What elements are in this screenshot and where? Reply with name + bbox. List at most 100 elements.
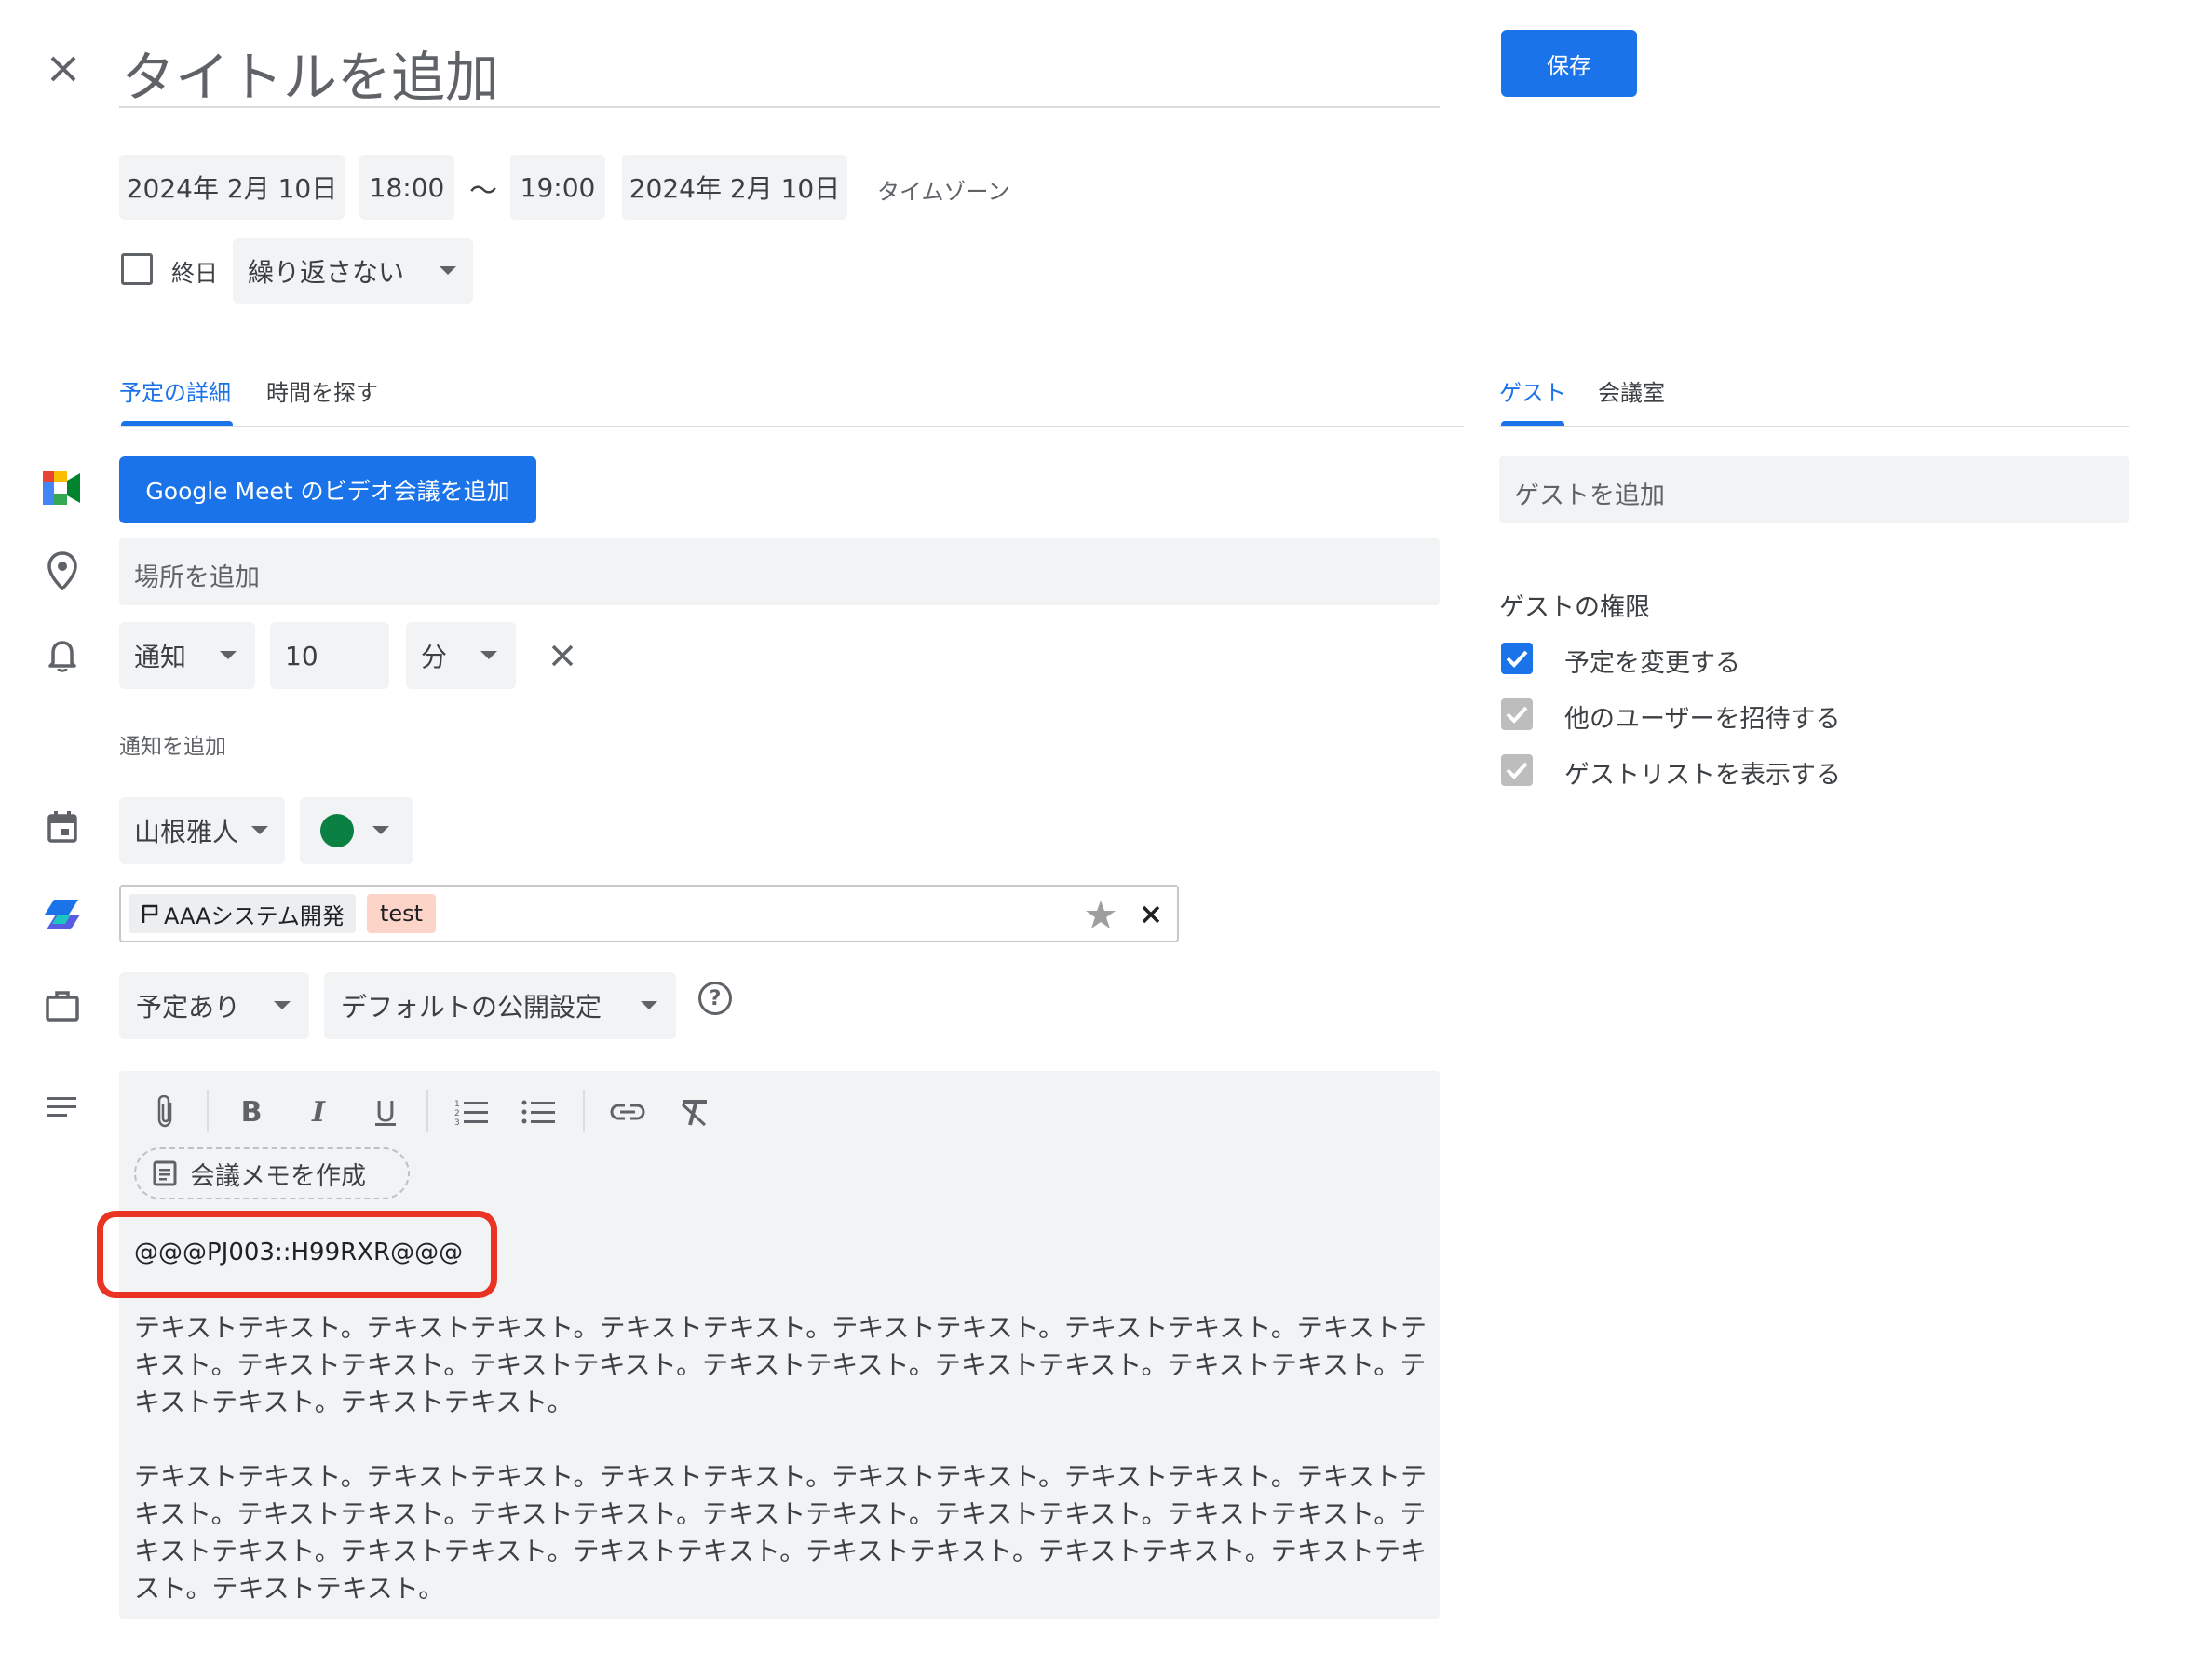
document-icon [153, 1160, 177, 1186]
attachment-button[interactable] [145, 1091, 186, 1132]
add-notification-link[interactable]: 通知を追加 [119, 728, 226, 760]
add-guests-placeholder: ゲストを追加 [1514, 481, 1665, 510]
svg-text:2: 2 [454, 1109, 460, 1118]
bulleted-list-button[interactable] [518, 1091, 559, 1132]
toolbar-separator [426, 1090, 428, 1132]
clear-tags-button[interactable] [1136, 900, 1166, 929]
title-placeholder: タイトルを追加 [121, 46, 500, 109]
notification-unit-select[interactable]: 分 [406, 622, 516, 689]
location-icon [47, 551, 78, 591]
chevron-down-icon [251, 826, 268, 834]
time-separator: 〜 [469, 175, 497, 208]
meeting-notes-label: 会議メモを作成 [190, 1161, 366, 1191]
notification-amount-value: 10 [285, 640, 318, 671]
permission-invite-label: 他のユーザーを招待する [1564, 705, 1841, 734]
star-icon [1086, 901, 1116, 928]
clear-formatting-button[interactable] [674, 1091, 715, 1132]
tag-extension-logo-icon [43, 896, 82, 933]
numbered-list-icon: 1 2 3 [454, 1100, 488, 1126]
paperclip-icon [157, 1095, 172, 1128]
all-day-checkbox[interactable] [121, 253, 153, 285]
tag-input-field[interactable]: AAAシステム開発 test [119, 885, 1179, 942]
description-editor[interactable]: B I U 1 2 3 会議メモを作成 @@@PJ003::H99RXR@@@ … [97, 1071, 1440, 1619]
permission-invite-checkbox[interactable] [1501, 698, 1533, 730]
italic-button[interactable]: I [298, 1091, 339, 1132]
title-input[interactable]: タイトルを追加 [119, 26, 1440, 109]
create-meeting-notes-button[interactable]: 会議メモを作成 [134, 1147, 410, 1199]
help-icon: ? [709, 986, 722, 1010]
start-time-field[interactable]: 18:00 [359, 155, 454, 220]
tab-find-time[interactable]: 時間を探す [266, 374, 378, 407]
calendar-owner-select[interactable]: 山根雅人 [119, 797, 285, 864]
tab-guests[interactable]: ゲスト [1499, 374, 1566, 407]
close-icon [551, 644, 574, 667]
chevron-down-icon [641, 1001, 657, 1009]
description-paragraph-2: テキストテキスト。テキストテキスト。テキストテキスト。テキストテキスト。テキスト… [134, 1461, 1427, 1604]
all-day-label: 終日 [171, 260, 219, 287]
help-button[interactable]: ? [698, 982, 732, 1015]
checkmark-icon [1506, 650, 1528, 668]
underline-button[interactable]: U [365, 1091, 406, 1132]
event-color-select[interactable] [300, 797, 413, 864]
project-tag-chip[interactable]: AAAシステム開発 [129, 894, 356, 933]
save-button[interactable]: 保存 [1501, 30, 1637, 97]
guest-tabs-divider [1499, 426, 2129, 427]
location-placeholder: 場所を追加 [134, 563, 260, 592]
test-tag-chip[interactable]: test [367, 894, 437, 933]
visibility-value: デフォルトの公開設定 [341, 992, 602, 1023]
start-date-text: 2024年 2月 10日 [126, 173, 338, 204]
svg-text:3: 3 [454, 1118, 460, 1126]
repeat-value: 繰り返さない [248, 257, 405, 288]
end-time-field[interactable]: 19:00 [510, 155, 605, 220]
toolbar-separator [207, 1090, 209, 1132]
availability-select[interactable]: 予定あり [119, 972, 309, 1039]
close-button[interactable] [43, 48, 84, 89]
notification-type-value: 通知 [134, 642, 187, 672]
italic-icon: I [311, 1095, 326, 1129]
flag-icon [142, 904, 158, 923]
close-icon [1142, 905, 1160, 924]
bold-icon: B [240, 1095, 263, 1129]
checkmark-icon [1506, 762, 1528, 779]
end-time-text: 19:00 [520, 171, 596, 203]
timezone-link[interactable]: タイムゾーン [877, 173, 1009, 206]
permission-modify-label: 予定を変更する [1564, 649, 1740, 678]
color-dot [320, 814, 354, 847]
guest-permissions-title: ゲストの権限 [1499, 593, 1650, 622]
description-paragraph-1: テキストテキスト。テキストテキスト。テキストテキスト。テキストテキスト。テキスト… [134, 1312, 1427, 1417]
tab-rooms[interactable]: 会議室 [1598, 374, 1665, 407]
briefcase-icon [45, 989, 80, 1023]
tabs-divider [119, 426, 1464, 427]
notification-amount-input[interactable]: 10 [270, 622, 389, 689]
underline-icon: U [375, 1095, 396, 1129]
test-tag-label: test [380, 901, 424, 927]
tab-event-details[interactable]: 予定の詳細 [119, 374, 231, 407]
repeat-select[interactable]: 繰り返さない [233, 238, 473, 304]
end-date-field[interactable]: 2024年 2月 10日 [622, 155, 847, 220]
numbered-list-button[interactable]: 1 2 3 [451, 1091, 492, 1132]
start-date-field[interactable]: 2024年 2月 10日 [119, 155, 345, 220]
notification-type-select[interactable]: 通知 [119, 622, 255, 689]
chevron-down-icon [480, 651, 497, 659]
remove-notification-button[interactable] [544, 637, 581, 674]
bold-button[interactable]: B [231, 1091, 272, 1132]
save-label: 保存 [1547, 52, 1591, 79]
permission-see-list-checkbox[interactable] [1501, 754, 1533, 786]
visibility-select[interactable]: デフォルトの公開設定 [324, 972, 676, 1039]
location-input[interactable]: 場所を追加 [119, 538, 1440, 605]
start-time-text: 18:00 [369, 171, 445, 203]
permission-modify-checkbox[interactable] [1501, 643, 1533, 674]
chevron-down-icon [372, 826, 389, 834]
add-google-meet-button[interactable]: Google Meet のビデオ会議を追加 [119, 456, 536, 523]
notification-unit-value: 分 [421, 642, 448, 672]
permission-see-list-label: ゲストリストを表示する [1564, 761, 1841, 790]
checkmark-icon [1506, 706, 1528, 724]
star-button[interactable] [1084, 898, 1117, 931]
calendar-icon [47, 810, 78, 844]
svg-text:1: 1 [454, 1100, 460, 1109]
add-guests-input[interactable]: ゲストを追加 [1499, 456, 2129, 523]
project-tag-label: AAAシステム開発 [164, 902, 345, 929]
meet-button-label: Google Meet のビデオ会議を追加 [145, 478, 510, 505]
description-icon [47, 1095, 78, 1119]
insert-link-button[interactable] [607, 1091, 648, 1132]
